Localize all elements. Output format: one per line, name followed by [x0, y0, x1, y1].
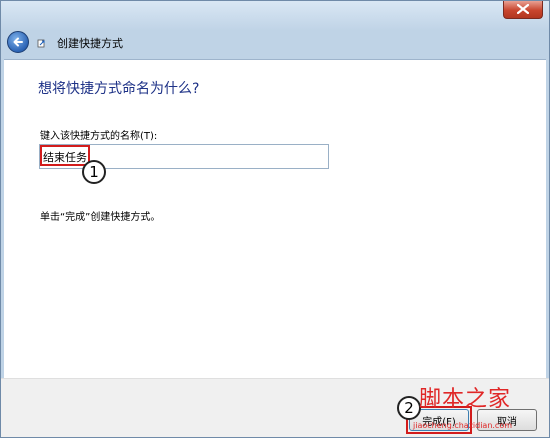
instruction-text: 单击“完成”创建快捷方式。 [40, 212, 161, 223]
content-panel: 想将快捷方式命名为什么? 键入该快捷方式的名称(T): 1 单击“完成”创建快捷… [4, 59, 546, 378]
title-bar [1, 1, 549, 31]
watermark-url: jiaocheng.chazidian.com [413, 421, 513, 430]
shortcut-name-label: 键入该快捷方式的名称(T): [40, 131, 158, 142]
watermark-logo: 脚本之家 [419, 387, 512, 412]
close-icon [517, 4, 529, 14]
close-button[interactable] [503, 1, 543, 19]
step-marker-1: 1 [82, 160, 106, 184]
shortcut-icon [37, 39, 45, 48]
back-button[interactable] [7, 31, 29, 53]
shortcut-wizard-window: 创建快捷方式 想将快捷方式命名为什么? 键入该快捷方式的名称(T): 1 单击“… [0, 0, 550, 438]
step-marker-2: 2 [397, 396, 421, 420]
wizard-title: 创建快捷方式 [57, 37, 123, 50]
back-arrow-icon [13, 37, 23, 47]
page-heading: 想将快捷方式命名为什么? [38, 81, 200, 97]
